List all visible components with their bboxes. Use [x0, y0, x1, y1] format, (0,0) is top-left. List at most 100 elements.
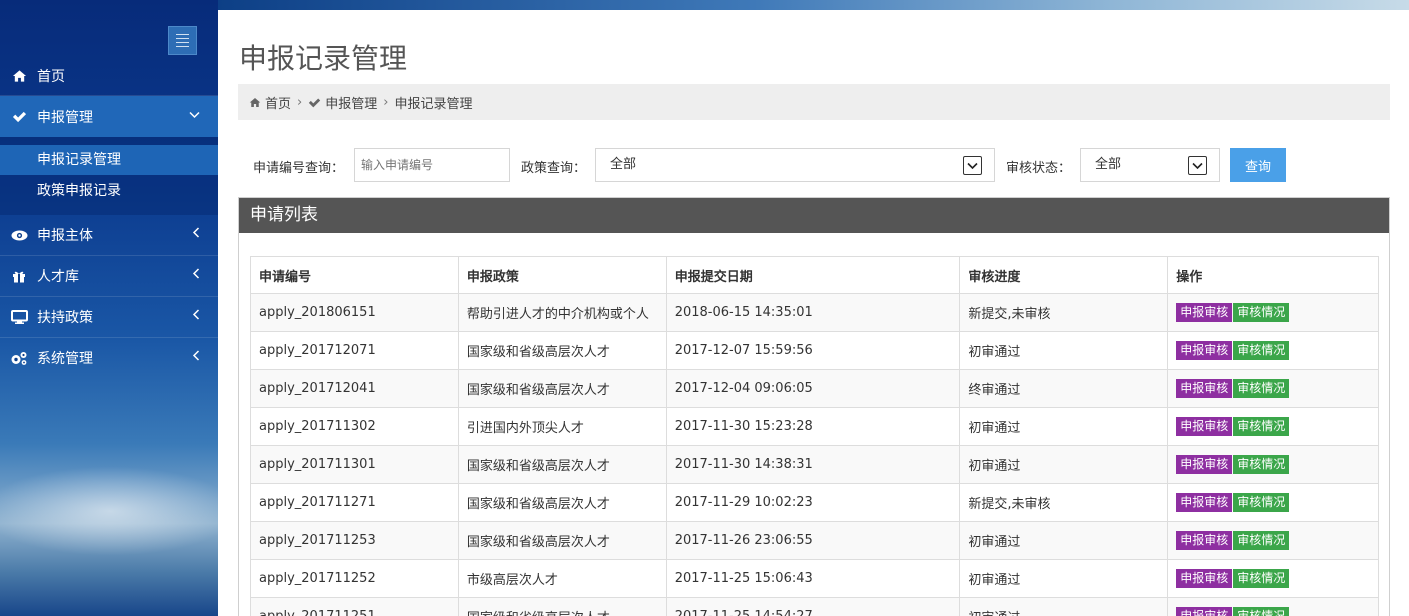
- status-select[interactable]: 全部: [1080, 148, 1220, 182]
- breadcrumb-declare-manage[interactable]: 申报管理: [325, 93, 377, 112]
- breadcrumb-current: 申报记录管理: [394, 96, 473, 112]
- review-button[interactable]: 申报审核: [1176, 341, 1233, 360]
- table-row: apply_201712041 国家级和省级高层次人才 2017-12-04 09:…: [250, 369, 1379, 408]
- review-button[interactable]: 申报审核: [1176, 531, 1233, 550]
- review-status-button[interactable]: 审核情况: [1233, 455, 1290, 474]
- cell-actions: 申报审核 审核情况: [1167, 369, 1379, 408]
- table-row: apply_201711271 国家级和省级高层次人才 2017-11-29 10:…: [250, 483, 1379, 522]
- chevron-left-icon: [192, 350, 200, 364]
- cell-submit-date: 2017-11-30 14:38:31: [665, 445, 961, 484]
- sidebar: 首页 申报管理 申报记录管理 政策申报记录 申报主体 人才库 扶持政策 系统管理: [0, 0, 218, 616]
- status-label: 审核状态：: [1006, 161, 1072, 176]
- column-header: 申报提交日期: [665, 256, 961, 294]
- review-button[interactable]: 申报审核: [1176, 493, 1233, 512]
- breadcrumb: 首页 › 申报管理 › 申报记录管理: [238, 84, 1390, 120]
- review-status-button[interactable]: 审核情况: [1233, 379, 1290, 398]
- review-button[interactable]: 申报审核: [1176, 379, 1233, 398]
- cell-progress: 新提交,未审核: [959, 293, 1169, 332]
- cogs-icon: [10, 349, 28, 367]
- table-row: apply_201711253 国家级和省级高层次人才 2017-11-26 23:…: [250, 521, 1379, 560]
- cell-progress: 初审通过: [959, 331, 1169, 370]
- gift-icon: [10, 267, 28, 285]
- table-row: apply_201712071 国家级和省级高层次人才 2017-12-07 15:…: [250, 331, 1379, 370]
- sidebar-subitem-record-manage[interactable]: 申报记录管理: [0, 145, 218, 175]
- sidebar-item-declare-subject[interactable]: 申报主体: [0, 215, 218, 255]
- cell-actions: 申报审核 审核情况: [1167, 597, 1379, 616]
- review-button[interactable]: 申报审核: [1176, 417, 1233, 436]
- apply-no-input[interactable]: [354, 148, 510, 182]
- cell-actions: 申报审核 审核情况: [1167, 521, 1379, 560]
- sidebar-item-home[interactable]: 首页: [0, 56, 218, 96]
- cell-submit-date: 2017-11-29 10:02:23: [665, 483, 961, 522]
- sidebar-item-label: 系统管理: [37, 351, 93, 367]
- sidebar-submenu: 申报记录管理 政策申报记录: [0, 137, 218, 215]
- cell-submit-date: 2017-12-07 15:59:56: [665, 331, 961, 370]
- review-status-button[interactable]: 审核情况: [1233, 607, 1290, 616]
- check-icon: [308, 97, 321, 108]
- chevron-down-icon: [963, 156, 982, 175]
- cell-submit-date: 2017-12-04 09:06:05: [665, 369, 961, 408]
- sidebar-item-label: 申报管理: [37, 109, 93, 126]
- cell-apply-id: apply_201806151: [250, 293, 459, 332]
- cell-apply-id: apply_201712041: [250, 369, 459, 408]
- review-button[interactable]: 申报审核: [1176, 607, 1233, 616]
- policy-select[interactable]: 全部: [595, 148, 995, 182]
- review-status-button[interactable]: 审核情况: [1233, 569, 1290, 588]
- apply-no-label: 申请编号查询：: [253, 161, 345, 176]
- cell-progress: 初审通过: [959, 521, 1169, 560]
- sidebar-item-system-manage[interactable]: 系统管理: [0, 338, 218, 378]
- cell-submit-date: 2017-11-26 23:06:55: [665, 521, 961, 560]
- home-icon: [249, 97, 261, 108]
- column-header: 申报政策: [457, 256, 667, 294]
- cell-apply-id: apply_201711253: [250, 521, 459, 560]
- sidebar-item-talent-pool[interactable]: 人才库: [0, 256, 218, 296]
- review-status-button[interactable]: 审核情况: [1233, 341, 1290, 360]
- cell-policy: 国家级和省级高层次人才: [457, 445, 667, 484]
- sidebar-item-declare-manage[interactable]: 申报管理: [0, 96, 218, 137]
- sidebar-toggle-button[interactable]: [168, 26, 197, 55]
- review-status-button[interactable]: 审核情况: [1233, 417, 1290, 436]
- cell-progress: 终审通过: [959, 369, 1169, 408]
- cell-apply-id: apply_201711251: [250, 597, 459, 616]
- review-status-button[interactable]: 审核情况: [1233, 493, 1290, 512]
- cell-actions: 申报审核 审核情况: [1167, 559, 1379, 598]
- cell-policy: 市级高层次人才: [457, 559, 667, 598]
- sidebar-item-label: 首页: [37, 69, 65, 85]
- cell-actions: 申报审核 审核情况: [1167, 445, 1379, 484]
- cell-submit-date: 2017-11-25 14:54:27: [665, 597, 961, 616]
- cell-progress: 初审通过: [959, 559, 1169, 598]
- review-button[interactable]: 申报审核: [1176, 569, 1233, 588]
- sidebar-item-label: 人才库: [37, 269, 79, 285]
- policy-label: 政策查询：: [521, 161, 587, 176]
- chevron-left-icon: [192, 309, 200, 323]
- home-icon: [10, 67, 28, 85]
- cell-progress: 初审通过: [959, 407, 1169, 446]
- table-header-row: 申请编号 申报政策 申报提交日期 审核进度 操作: [250, 256, 1379, 294]
- cell-policy: 国家级和省级高层次人才: [457, 331, 667, 370]
- chevron-left-icon: [192, 227, 200, 241]
- cell-actions: 申报审核 审核情况: [1167, 483, 1379, 522]
- cell-apply-id: apply_201711271: [250, 483, 459, 522]
- column-header: 操作: [1167, 256, 1379, 294]
- breadcrumb-home[interactable]: 首页: [265, 93, 291, 112]
- sidebar-item-support-policy[interactable]: 扶持政策: [0, 297, 218, 337]
- review-status-button[interactable]: 审核情况: [1233, 531, 1290, 550]
- cell-actions: 申报审核 审核情况: [1167, 331, 1379, 370]
- table-row: apply_201711301 国家级和省级高层次人才 2017-11-30 14:…: [250, 445, 1379, 484]
- review-button[interactable]: 申报审核: [1176, 455, 1233, 474]
- cell-apply-id: apply_201711301: [250, 445, 459, 484]
- review-button[interactable]: 申报审核: [1176, 303, 1233, 322]
- cell-policy: 国家级和省级高层次人才: [457, 521, 667, 560]
- review-status-button[interactable]: 审核情况: [1233, 303, 1290, 322]
- query-button[interactable]: 查询: [1230, 148, 1286, 182]
- column-header: 审核进度: [959, 256, 1169, 294]
- table-row: apply_201806151 帮助引进人才的中介机构或个人 2018-06-15 …: [250, 293, 1379, 332]
- cell-progress: 初审通过: [959, 597, 1169, 616]
- eye-icon: [10, 226, 28, 244]
- sidebar-subitem-policy-records[interactable]: 政策申报记录: [0, 176, 218, 206]
- check-icon: [10, 108, 28, 126]
- column-header: 申请编号: [250, 256, 459, 294]
- cell-progress: 初审通过: [959, 445, 1169, 484]
- cell-submit-date: 2017-11-30 15:23:28: [665, 407, 961, 446]
- cell-submit-date: 2018-06-15 14:35:01: [665, 293, 961, 332]
